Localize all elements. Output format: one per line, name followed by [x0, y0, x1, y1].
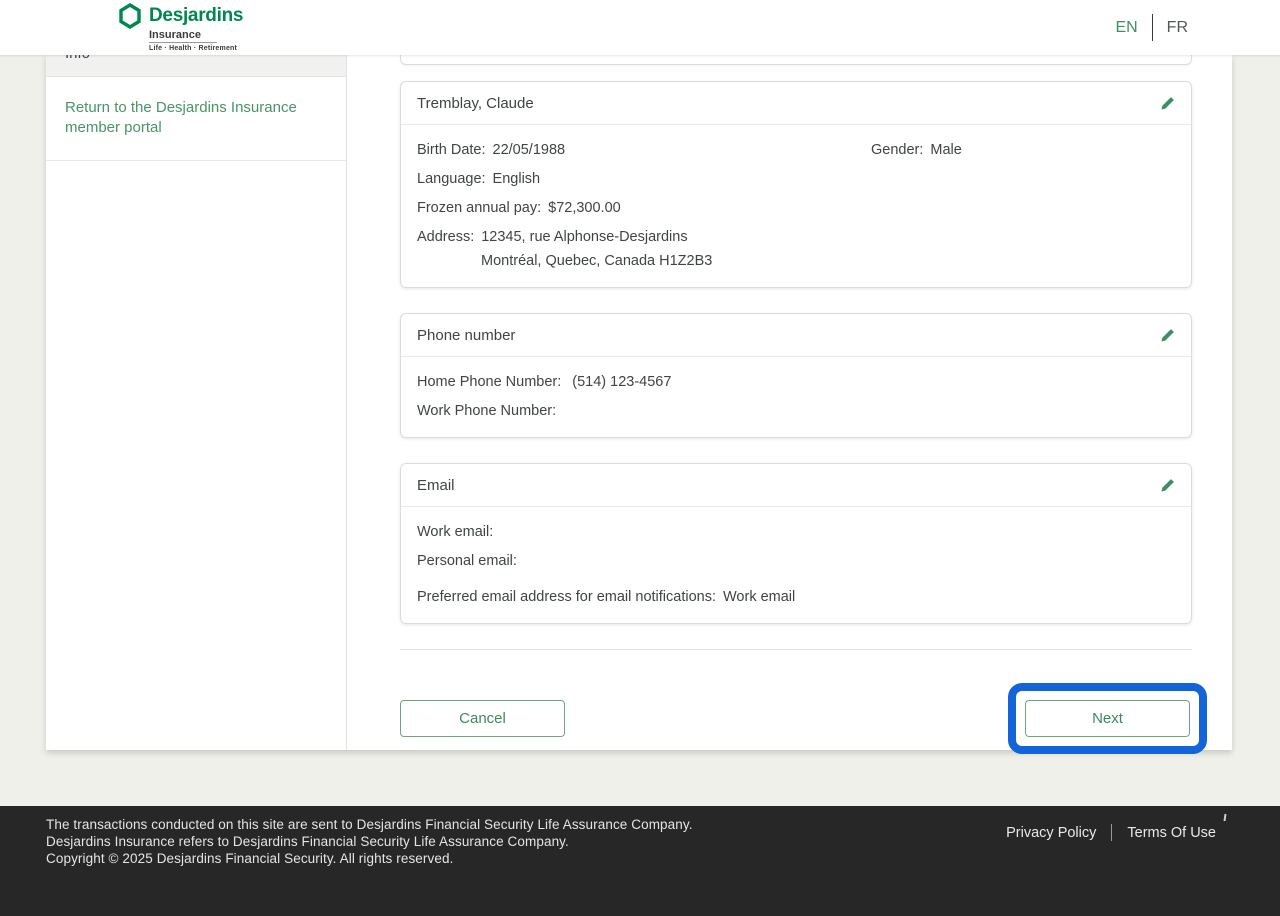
birth-date-value: 22/05/1988 — [493, 142, 566, 158]
content-container: Info Return to the Desjardins Insurance … — [46, 55, 1232, 750]
top-header: Desjardins Insurance Life · Health · Ret… — [0, 0, 1280, 55]
sidebar: Info Return to the Desjardins Insurance … — [46, 55, 347, 750]
home-phone-value: (514) 123-4567 — [572, 374, 671, 390]
work-email-field: Work email: — [417, 524, 1175, 540]
work-phone-field: Work Phone Number: — [417, 403, 1175, 419]
logo-division-text: Insurance — [149, 29, 217, 43]
address-line2: Montréal, Quebec, Canada H1Z2B3 — [417, 253, 1175, 269]
frozen-pay-field: Frozen annual pay: $72,300.00 — [417, 200, 1175, 216]
birth-date-field: Birth Date: 22/05/1988 — [417, 142, 871, 158]
actions-divider — [400, 649, 1192, 650]
desjardins-hexagon-icon — [118, 3, 142, 29]
edit-phone-button[interactable] — [1157, 325, 1177, 345]
email-card-title: Email — [417, 477, 455, 494]
gender-value: Male — [930, 142, 961, 158]
terms-of-use-link[interactable]: Terms Of Use — [1127, 825, 1216, 841]
next-button[interactable]: Next — [1025, 700, 1190, 737]
cancel-button[interactable]: Cancel — [400, 700, 565, 737]
sidebar-item-personal-info-truncated[interactable]: Info — [46, 55, 346, 77]
pencil-icon — [1160, 478, 1175, 493]
edit-personal-info-button[interactable] — [1157, 93, 1177, 113]
home-phone-label: Home Phone Number: — [417, 374, 561, 390]
personal-info-card: Tremblay, Claude Birth Date: 22/05/1988 G… — [400, 81, 1192, 288]
home-phone-field: Home Phone Number: (514) 123-4567 — [417, 374, 1175, 390]
language-switcher: EN FR — [1114, 14, 1189, 41]
language-label: Language: — [417, 171, 486, 187]
preferred-email-value: Work email — [723, 589, 795, 605]
language-fr-button[interactable]: FR — [1166, 17, 1189, 39]
stray-mark — [1224, 814, 1227, 821]
privacy-policy-link[interactable]: Privacy Policy — [1006, 825, 1096, 841]
next-button-highlight-box: Next — [1008, 683, 1207, 754]
footer-link-separator — [1111, 824, 1112, 841]
address-label: Address: — [417, 229, 474, 245]
pencil-icon — [1160, 328, 1175, 343]
main-panel: Tremblay, Claude Birth Date: 22/05/1988 G… — [347, 55, 1232, 750]
personal-email-field: Personal email: — [417, 553, 1175, 569]
birth-date-label: Birth Date: — [417, 142, 486, 158]
sidebar-item-return-to-portal[interactable]: Return to the Desjardins Insurance membe… — [46, 77, 346, 161]
footer-links: Privacy Policy Terms Of Use — [1006, 824, 1216, 841]
footer-legal-text: The transactions conducted on this site … — [46, 816, 693, 867]
person-card-title: Tremblay, Claude — [417, 95, 534, 112]
footer: The transactions conducted on this site … — [0, 806, 1280, 916]
personal-email-label: Personal email: — [417, 553, 517, 569]
preferred-email-label: Preferred email address for email notifi… — [417, 589, 716, 605]
work-phone-label: Work Phone Number: — [417, 403, 556, 419]
logo-tagline-text: Life · Health · Retirement — [149, 45, 243, 52]
address-field: Address: 12345, rue Alphonse-Desjardins M… — [417, 229, 1175, 269]
logo-brand-text: Desjardins — [149, 5, 243, 27]
footer-line-1: The transactions conducted on this site … — [46, 816, 693, 833]
frozen-pay-label: Frozen annual pay: — [417, 200, 541, 216]
gender-field: Gender: Male — [871, 142, 962, 158]
desjardins-logo[interactable]: Desjardins Insurance Life · Health · Ret… — [118, 3, 243, 52]
footer-line-2: Desjardins Insurance refers to Desjardin… — [46, 833, 693, 850]
language-value: English — [493, 171, 541, 187]
work-email-label: Work email: — [417, 524, 493, 540]
phone-card-title: Phone number — [417, 327, 515, 344]
preferred-email-field: Preferred email address for email notifi… — [417, 589, 1175, 605]
language-separator — [1152, 14, 1153, 41]
address-line1: 12345, rue Alphonse-Desjardins — [481, 229, 687, 245]
phone-card: Phone number Home Phone Number: (514) 123… — [400, 313, 1192, 438]
actions-row: Cancel Next — [400, 683, 1192, 754]
language-field: Language: English — [417, 171, 1175, 187]
sidebar-item-label: Info — [65, 55, 90, 62]
edit-email-button[interactable] — [1157, 475, 1177, 495]
chevron-up-icon — [311, 55, 324, 60]
partial-card-above — [400, 55, 1192, 65]
email-card: Email Work email: Personal email: Prefer… — [400, 463, 1192, 624]
language-en-button[interactable]: EN — [1114, 17, 1138, 39]
frozen-pay-value: $72,300.00 — [548, 200, 621, 216]
pencil-icon — [1160, 96, 1175, 111]
gender-label: Gender: — [871, 142, 923, 158]
